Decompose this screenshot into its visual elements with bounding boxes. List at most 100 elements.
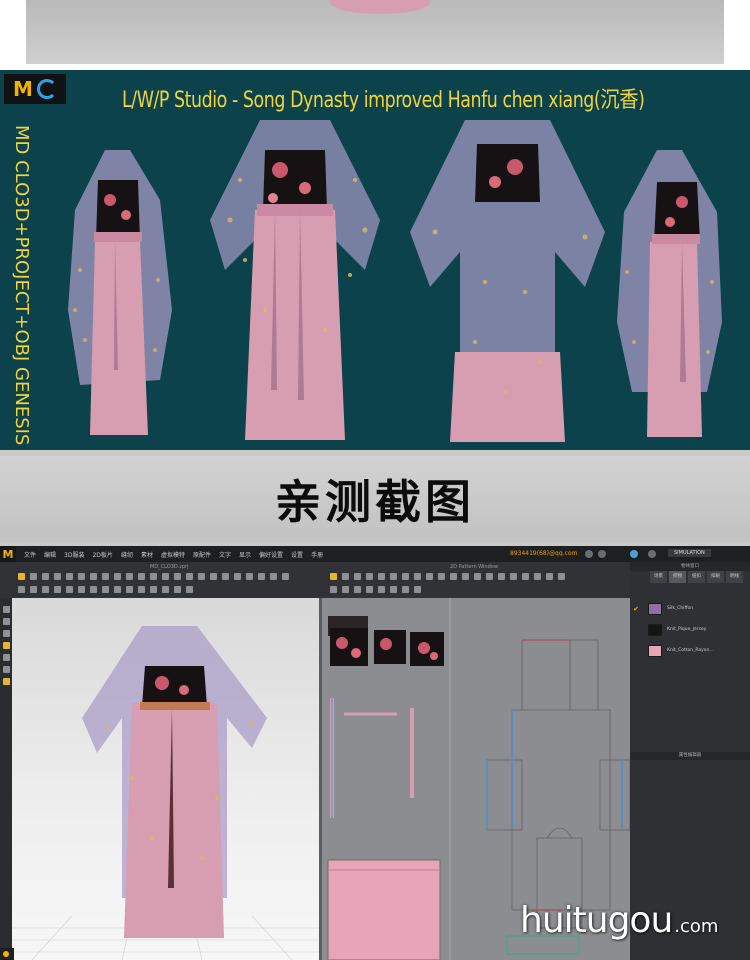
trim-tool-icon[interactable] xyxy=(186,573,193,580)
menu-text[interactable]: 文字 xyxy=(219,550,231,559)
tab-fabric[interactable]: 织物 xyxy=(669,571,686,583)
tack-tool-icon[interactable] xyxy=(78,573,85,580)
tab-button[interactable]: 纽扣 xyxy=(688,571,705,583)
move-tool-icon[interactable] xyxy=(30,573,37,580)
tuck-icon[interactable] xyxy=(390,586,397,593)
texture-display-icon[interactable] xyxy=(3,642,10,649)
button-tool-icon[interactable] xyxy=(162,573,169,580)
slash-spread-icon[interactable] xyxy=(342,586,349,593)
zoom-icon[interactable] xyxy=(522,573,529,580)
help-icon[interactable] xyxy=(585,550,593,558)
unfold-pattern-icon[interactable] xyxy=(366,586,373,593)
fabric-item-silk-chiffon[interactable]: ✔ Silk_Chiffon xyxy=(630,598,750,619)
transform-pattern-icon[interactable] xyxy=(330,573,337,580)
sew-tool-icon[interactable] xyxy=(150,573,157,580)
deactivate-tool-icon[interactable] xyxy=(90,586,97,593)
simulation-button[interactable]: SIMULATION xyxy=(668,549,711,557)
rotate-tool-icon[interactable] xyxy=(18,586,25,593)
menu-3d-garment[interactable]: 3D服装 xyxy=(64,550,84,559)
menu-file[interactable]: 文件 xyxy=(24,550,36,559)
line-tool-icon[interactable] xyxy=(114,573,121,580)
menu-manual[interactable]: 手册 xyxy=(311,550,323,559)
edit-curve-point-icon[interactable] xyxy=(354,573,361,580)
grade-icon[interactable] xyxy=(558,573,565,580)
shrink-tool-icon[interactable] xyxy=(66,586,73,593)
tab-topstitch[interactable]: 明线 xyxy=(726,571,743,583)
cloud-icon[interactable] xyxy=(630,550,638,558)
polygon-icon[interactable] xyxy=(402,573,409,580)
account-label[interactable]: 8934419(68)@qq.com xyxy=(510,550,577,557)
strengthen-tool-icon[interactable] xyxy=(54,586,61,593)
menu-preferences[interactable]: 偏好设置 xyxy=(259,550,283,559)
pose-tool-icon[interactable] xyxy=(174,586,181,593)
add-point-icon[interactable] xyxy=(366,573,373,580)
measure-tool-icon[interactable] xyxy=(90,573,97,580)
view-mode-icon[interactable] xyxy=(3,606,10,613)
fold-tool-icon[interactable] xyxy=(42,573,49,580)
texture-tool-icon[interactable] xyxy=(198,573,205,580)
settings-gear-icon[interactable] xyxy=(648,550,656,558)
curve-tool-icon[interactable] xyxy=(126,573,133,580)
menu-settings[interactable]: 设置 xyxy=(291,550,303,559)
menu-edit[interactable]: 编辑 xyxy=(44,550,56,559)
symmetry-icon[interactable] xyxy=(546,573,553,580)
menu-2d-pattern[interactable]: 2D板片 xyxy=(92,550,112,559)
menu-display[interactable]: 显示 xyxy=(239,550,251,559)
render-tool-icon[interactable] xyxy=(282,573,289,580)
trace-icon[interactable] xyxy=(402,586,409,593)
menu-materials[interactable]: 素材 xyxy=(141,550,153,559)
ruler-icon[interactable] xyxy=(534,573,541,580)
environment-icon[interactable] xyxy=(3,666,10,673)
flip-tool-icon[interactable] xyxy=(42,586,49,593)
fit-map-tool-icon[interactable] xyxy=(150,586,157,593)
menu-avatar[interactable]: 虚拟模特 xyxy=(161,550,185,559)
arrange-tool-icon[interactable] xyxy=(246,573,253,580)
strain-map-tool-icon[interactable] xyxy=(138,586,145,593)
camera-tool-icon[interactable] xyxy=(186,586,193,593)
dart-icon[interactable] xyxy=(426,573,433,580)
garment-display-icon[interactable] xyxy=(3,630,10,637)
rectangle-icon[interactable] xyxy=(378,573,385,580)
avatar-tool-icon[interactable] xyxy=(234,573,241,580)
internal-line-icon[interactable] xyxy=(414,573,421,580)
graphic-tool-icon[interactable] xyxy=(210,573,217,580)
viewport-3d[interactable] xyxy=(12,598,319,960)
tab-scene[interactable]: 场景 xyxy=(650,571,667,583)
offset-icon[interactable] xyxy=(330,586,337,593)
segment-sewing-icon[interactable] xyxy=(450,573,457,580)
avatar-display-icon[interactable] xyxy=(3,618,10,625)
freeze-tool-icon[interactable] xyxy=(78,586,85,593)
zipper-tool-icon[interactable] xyxy=(174,573,181,580)
circle-icon[interactable] xyxy=(390,573,397,580)
topstitch-tool-icon[interactable] xyxy=(222,573,229,580)
notch-icon[interactable] xyxy=(486,573,493,580)
iron-tool-icon[interactable] xyxy=(258,573,265,580)
grain-line-icon[interactable] xyxy=(474,573,481,580)
edit-texture-icon[interactable] xyxy=(510,573,517,580)
seam-allowance-icon[interactable] xyxy=(438,573,445,580)
tab-buttonhole[interactable]: 扣眼 xyxy=(707,571,724,583)
fabric-item-knit-cotton[interactable]: Knit_Cotton_Rayon... xyxy=(630,640,750,661)
wireframe-tool-icon[interactable] xyxy=(126,586,133,593)
menu-sewing[interactable]: 缝纫 xyxy=(121,550,133,559)
scale-tool-icon[interactable] xyxy=(30,586,37,593)
fabric-item-knit-pique[interactable]: Knit_Pique_Jersey xyxy=(630,619,750,640)
pleat-icon[interactable] xyxy=(378,586,385,593)
pen-tool-icon[interactable] xyxy=(102,573,109,580)
menu-accessories[interactable]: 原配件 xyxy=(193,550,211,559)
edit-pattern-icon[interactable] xyxy=(342,573,349,580)
pressure-map-tool-icon[interactable] xyxy=(162,586,169,593)
free-sewing-icon[interactable] xyxy=(462,573,469,580)
fold-arrangement-icon[interactable] xyxy=(498,573,505,580)
elastic-icon[interactable] xyxy=(414,586,421,593)
cut-tool-icon[interactable] xyxy=(138,573,145,580)
pin-tool-icon[interactable] xyxy=(54,573,61,580)
fold-pattern-icon[interactable] xyxy=(354,586,361,593)
user-icon[interactable] xyxy=(598,550,606,558)
brush-tool-icon[interactable] xyxy=(66,573,73,580)
snapshot-tool-icon[interactable] xyxy=(270,573,277,580)
render-quality-icon[interactable] xyxy=(3,678,10,685)
light-icon[interactable] xyxy=(3,654,10,661)
hide-tool-icon[interactable] xyxy=(114,586,121,593)
select-tool-icon[interactable] xyxy=(18,573,25,580)
